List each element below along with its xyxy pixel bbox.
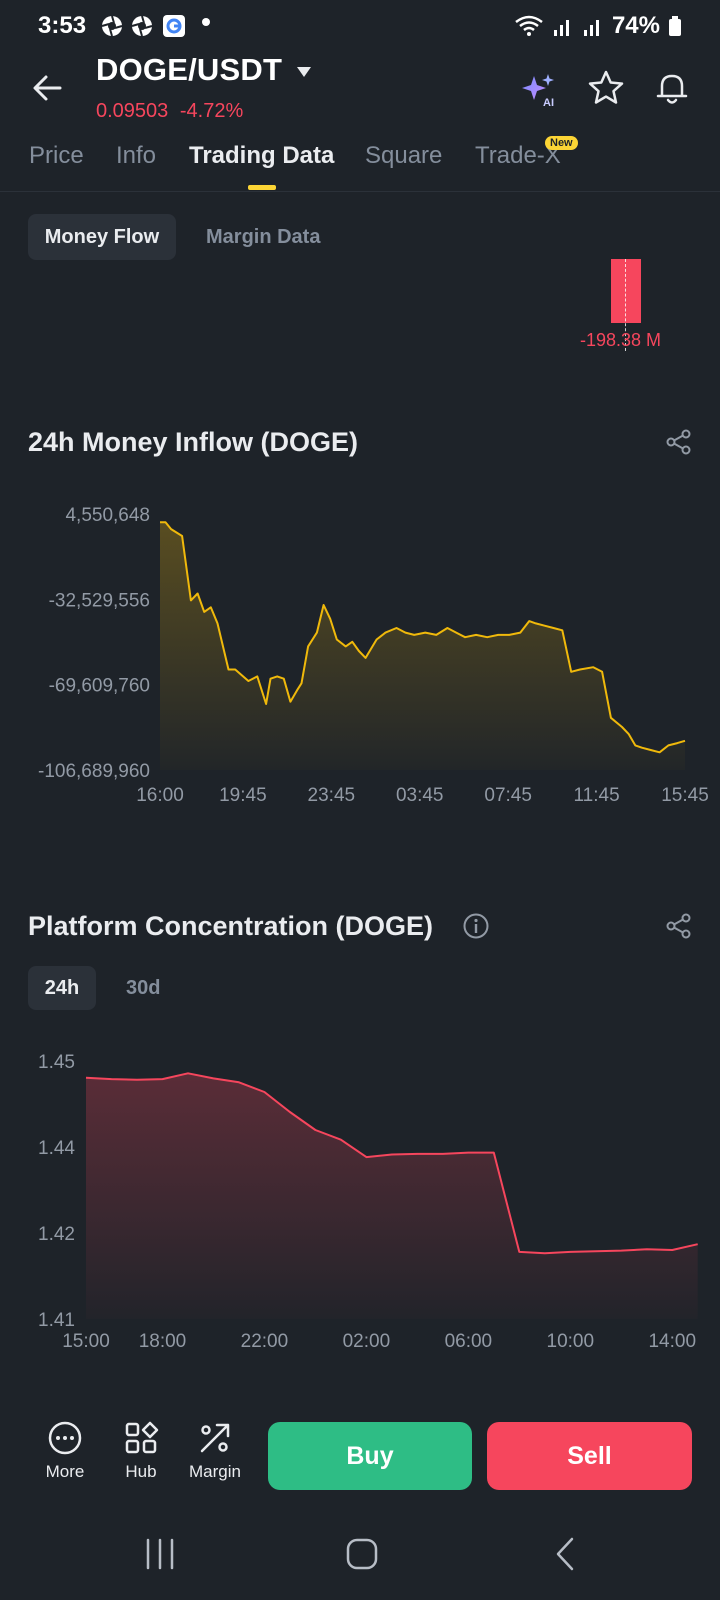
- tab-active-indicator: [248, 185, 276, 190]
- svg-text:AI: AI: [543, 97, 554, 109]
- recent-apps-icon[interactable]: [140, 1534, 180, 1574]
- x-tick-label: 11:45: [574, 785, 620, 806]
- margin-icon: [200, 1423, 230, 1453]
- back-arrow-icon[interactable]: [28, 68, 68, 108]
- battery-percent: 74%: [611, 12, 660, 39]
- tab-bar: Price Info Trading Data Square Trade-X: [0, 136, 720, 192]
- star-icon[interactable]: [586, 68, 626, 108]
- status-right: 74%: [514, 12, 682, 40]
- aperture-app-icon-2: [131, 15, 153, 37]
- segment-money-flow[interactable]: Money Flow: [28, 214, 176, 260]
- x-tick-label: 10:00: [547, 1331, 595, 1352]
- x-tick-label: 18:00: [139, 1331, 187, 1352]
- hub-icon: [125, 1421, 159, 1454]
- info-icon[interactable]: [462, 912, 490, 940]
- y-tick-label: 1.45: [38, 1052, 75, 1073]
- y-tick-label: 1.42: [38, 1224, 75, 1245]
- more-button[interactable]: More: [30, 1420, 100, 1482]
- y-tick-label: -32,529,556: [49, 590, 150, 611]
- margin-button[interactable]: Margin: [180, 1420, 250, 1482]
- segment-margin-data[interactable]: Margin Data: [206, 214, 320, 260]
- y-tick-label: 1.41: [38, 1310, 75, 1331]
- status-bar: 3:53 74%: [0, 0, 720, 54]
- new-badge: New: [545, 136, 578, 150]
- concentration-title: Platform Concentration (DOGE): [28, 911, 434, 941]
- more-label: More: [45, 1462, 85, 1481]
- x-tick-label: 06:00: [445, 1331, 493, 1352]
- x-tick-label: 23:45: [308, 785, 356, 806]
- share-icon-2[interactable]: [664, 911, 694, 941]
- x-tick-label: 15:00: [62, 1331, 110, 1352]
- money-flow-bar: [611, 259, 641, 323]
- buy-button[interactable]: Buy: [268, 1422, 472, 1490]
- x-tick-label: 19:45: [219, 785, 267, 806]
- range-30d-button[interactable]: 30d: [126, 966, 160, 1010]
- x-tick-label: 03:45: [396, 785, 444, 806]
- share-icon[interactable]: [664, 427, 694, 457]
- more-icon: [48, 1421, 82, 1455]
- inflow-chart: 4,550,648 -32,529,556 -69,609,760 -106,689,…: [38, 505, 709, 806]
- signal-icon: [553, 20, 569, 36]
- y-tick-label: -69,609,760: [49, 676, 150, 697]
- money-flow-value-label: -198.38 M: [580, 330, 662, 350]
- tab-price[interactable]: Price: [29, 142, 84, 170]
- battery-icon: [669, 16, 681, 36]
- y-tick-label: -106,689,960: [38, 761, 150, 782]
- ai-sparkle-icon[interactable]: AI: [520, 70, 560, 110]
- system-back-icon[interactable]: [546, 1534, 586, 1574]
- tab-trading-data[interactable]: Trading Data: [189, 142, 334, 170]
- x-tick-label: 07:45: [484, 785, 532, 806]
- pair-title[interactable]: DOGE/USDT: [96, 52, 282, 88]
- range-24h-button[interactable]: 24h: [28, 966, 96, 1010]
- y-tick-label: 1.44: [38, 1138, 75, 1159]
- last-price: 0.09503: [96, 100, 169, 122]
- price-line: 0.09503 -4.72%: [96, 100, 249, 123]
- concentration-chart: 1.45 1.44 1.42 1.4115:00 18:00 22:00 02:00 06:0…: [38, 1052, 698, 1352]
- series-area: [160, 522, 685, 770]
- inflow-title: 24h Money Inflow (DOGE): [28, 427, 359, 457]
- hub-label: Hub: [125, 1462, 157, 1481]
- notification-dot-icon: [202, 18, 210, 26]
- x-tick-label: 22:00: [241, 1331, 289, 1352]
- margin-label: Margin: [189, 1462, 241, 1481]
- tab-info[interactable]: Info: [116, 142, 156, 170]
- sell-button[interactable]: Sell: [487, 1422, 692, 1490]
- y-tick-label: 4,550,648: [65, 505, 150, 526]
- bell-icon[interactable]: [652, 68, 692, 108]
- series-area: [86, 1073, 698, 1319]
- google-app-icon: [163, 15, 185, 37]
- wifi-icon: [515, 15, 543, 36]
- x-tick-label: 02:00: [343, 1331, 391, 1352]
- signal-icon-2: [583, 20, 599, 36]
- home-icon[interactable]: [342, 1534, 382, 1574]
- x-tick-label: 14:00: [648, 1331, 696, 1352]
- tab-square[interactable]: Square: [365, 142, 442, 170]
- x-tick-label: 16:00: [136, 785, 184, 806]
- status-time: 3:53: [38, 12, 87, 39]
- hub-button[interactable]: Hub: [106, 1420, 176, 1482]
- price-change: -4.72%: [179, 100, 244, 122]
- aperture-app-icon: [101, 15, 123, 37]
- x-tick-label: 15:45: [661, 785, 709, 806]
- caret-down-icon[interactable]: [296, 66, 312, 78]
